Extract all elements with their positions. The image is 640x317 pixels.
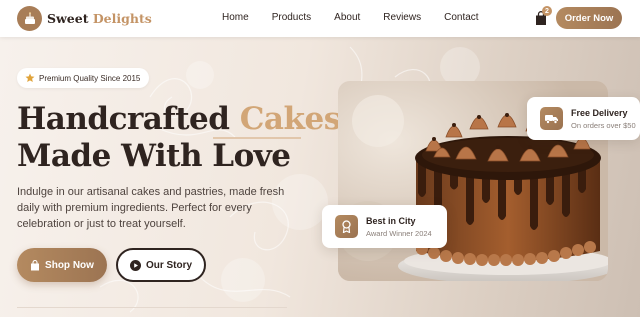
- main-nav: Home Products About Reviews Contact: [222, 12, 502, 23]
- award-icon: [335, 215, 358, 238]
- headline-accent-underline: [213, 137, 301, 139]
- shop-now-button[interactable]: Shop Now: [17, 248, 107, 282]
- best-in-city-texts: Best in City Award Winner 2024: [366, 216, 432, 238]
- divider-line: [17, 307, 287, 308]
- nav-link-contact[interactable]: Contact: [444, 12, 478, 23]
- headline-line2: Made With Love: [17, 138, 291, 174]
- nav-link-home[interactable]: Home: [222, 12, 249, 23]
- star-icon: [25, 73, 35, 82]
- our-story-button[interactable]: Our Story: [116, 248, 206, 282]
- hero-description: Indulge in our artisanal cakes and pastr…: [17, 186, 285, 230]
- order-now-button[interactable]: Order Now: [556, 7, 622, 29]
- our-story-label: Our Story: [145, 259, 193, 271]
- cake-icon: [17, 6, 42, 31]
- nav-link-reviews[interactable]: Reviews: [383, 12, 421, 23]
- nav-link-about[interactable]: About: [334, 12, 360, 23]
- cart-count-badge: 2: [542, 6, 552, 16]
- best-in-city-title: Best in City: [366, 215, 416, 226]
- play-circle-icon: [129, 259, 141, 271]
- brand-name: Sweet Delights: [47, 11, 152, 26]
- free-delivery-card: Free Delivery On orders over $50: [527, 97, 640, 140]
- free-delivery-texts: Free Delivery On orders over $50: [571, 108, 636, 130]
- best-in-city-subtitle: Award Winner 2024: [366, 228, 432, 238]
- free-delivery-subtitle: On orders over $50: [571, 120, 636, 130]
- nav-link-products[interactable]: Products: [272, 12, 311, 23]
- headline-line1: Handcrafted Cakes: [17, 101, 341, 137]
- brand-logo[interactable]: Sweet Delights: [17, 6, 152, 31]
- free-delivery-title: Free Delivery: [571, 107, 628, 118]
- best-in-city-card: Best in City Award Winner 2024: [322, 205, 447, 248]
- badge-text: Premium Quality Since 2015: [39, 73, 141, 83]
- site-header: Sweet Delights Home Products About Revie…: [0, 0, 640, 37]
- bag-icon: [30, 259, 40, 271]
- shop-now-label: Shop Now: [45, 259, 94, 271]
- cart-button[interactable]: 2: [534, 6, 552, 25]
- truck-icon: [540, 107, 563, 130]
- quality-badge: Premium Quality Since 2015: [17, 68, 150, 88]
